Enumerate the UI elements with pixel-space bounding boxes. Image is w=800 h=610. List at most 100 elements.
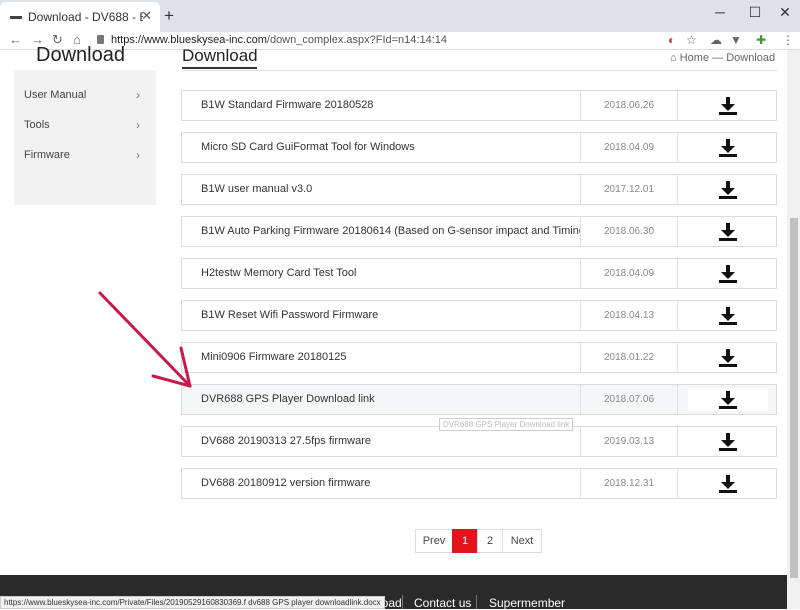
extension-icon[interactable]: ◐	[668, 33, 675, 48]
tab-close-icon[interactable]: ✕	[141, 8, 152, 24]
page-1-button[interactable]: 1	[452, 529, 478, 553]
bookmark-star-icon[interactable]: ☆	[686, 33, 697, 48]
download-name[interactable]: B1W Reset Wifi Password Firmware	[201, 301, 581, 330]
next-page-button[interactable]: Next	[502, 529, 542, 553]
sidebar-item-label: Firmware	[24, 149, 70, 161]
url-input[interactable]: https://www.blueskysea-inc.com/down_comp…	[111, 33, 447, 47]
breadcrumb: ⌂ Home — Download	[670, 52, 775, 64]
download-date: 2018.06.26	[580, 91, 678, 120]
download-row[interactable]: Mini0906 Firmware 20180125 2018.01.22	[181, 342, 777, 373]
pagination: Prev 1 2 Next	[415, 529, 542, 553]
tooltip: DVR688 GPS Player Download link	[439, 418, 574, 431]
chevron-right-icon: ›	[136, 88, 140, 102]
download-name[interactable]: B1W Auto Parking Firmware 20180614 (Base…	[201, 217, 581, 246]
minimize-icon[interactable]: ─	[705, 4, 735, 20]
download-button[interactable]	[688, 304, 768, 327]
download-button[interactable]	[688, 346, 768, 369]
browser-tab-bar: Download - DV688 - Blueskysea ✕ + ─ ☐ ✕	[0, 0, 800, 32]
download-date: 2017.12.01	[580, 175, 678, 204]
download-row[interactable]: B1W Standard Firmware 20180528 2018.06.26	[181, 90, 777, 121]
download-name[interactable]: DV688 20190313 27.5fps firmware	[201, 427, 581, 456]
download-icon	[719, 223, 737, 241]
download-icon	[719, 139, 737, 157]
download-date: 2018.04.09	[580, 259, 678, 288]
download-icon	[719, 265, 737, 283]
window-close-icon[interactable]: ✕	[770, 4, 800, 21]
download-name[interactable]: Mini0906 Firmware 20180125	[201, 343, 581, 372]
download-name[interactable]: DV688 20180912 version firmware	[201, 469, 581, 498]
download-button[interactable]	[688, 430, 768, 453]
home-small-icon: ⌂	[670, 52, 677, 64]
maximize-icon[interactable]: ☐	[740, 4, 770, 21]
download-name[interactable]: B1W user manual v3.0	[201, 175, 581, 204]
download-icon	[719, 349, 737, 367]
download-icon	[719, 97, 737, 115]
download-row[interactable]: DVR688 GPS Player Download link 2018.07.0…	[181, 384, 777, 415]
download-date: 2018.12.31	[580, 469, 678, 498]
title-divider	[182, 70, 777, 71]
chevron-right-icon: ›	[136, 118, 140, 132]
download-icon	[719, 391, 737, 409]
download-row[interactable]: DV688 20180912 version firmware 2018.12.3…	[181, 468, 777, 499]
footer-link-supermember[interactable]: Supermember	[489, 596, 565, 610]
download-date: 2019.03.13	[580, 427, 678, 456]
download-row[interactable]: B1W user manual v3.0 2017.12.01	[181, 174, 777, 205]
new-tab-icon[interactable]: +	[164, 6, 174, 26]
lock-icon	[97, 35, 104, 44]
browser-tab[interactable]: Download - DV688 - Blueskysea ✕	[0, 2, 160, 32]
url-host: https://www.blueskysea-inc.com	[111, 34, 267, 46]
download-date: 2018.01.22	[580, 343, 678, 372]
menu-icon[interactable]: ⋮	[782, 33, 794, 48]
download-date: 2018.04.13	[580, 301, 678, 330]
download-button[interactable]	[688, 178, 768, 201]
cloud-icon[interactable]: ☁	[710, 33, 722, 48]
chevron-right-icon: ›	[136, 148, 140, 162]
sidebar: User Manual › Tools › Firmware ›	[14, 70, 156, 205]
download-row[interactable]: Micro SD Card GuiFormat Tool for Windows…	[181, 132, 777, 163]
breadcrumb-current[interactable]: Download	[726, 52, 775, 64]
sidebar-item-label: Tools	[24, 119, 50, 131]
download-name[interactable]: B1W Standard Firmware 20180528	[201, 91, 581, 120]
sidebar-item-user-manual[interactable]: User Manual ›	[14, 80, 156, 110]
footer-divider	[402, 595, 403, 609]
annotation-arrow-icon	[98, 291, 192, 388]
shield-icon[interactable]: ▼	[730, 33, 742, 48]
url-path: /down_complex.aspx?FId=n14:14:14	[266, 34, 447, 46]
download-button[interactable]	[688, 262, 768, 285]
puzzle-extension-icon[interactable]: ✚	[756, 33, 766, 48]
scrollbar-thumb[interactable]	[790, 218, 798, 578]
site-favicon-icon	[10, 15, 22, 19]
download-icon	[719, 433, 737, 451]
download-button[interactable]	[688, 94, 768, 117]
breadcrumb-home[interactable]: Home	[680, 52, 709, 64]
download-date: 2018.07.06	[580, 385, 678, 414]
download-row[interactable]: B1W Reset Wifi Password Firmware 2018.04.…	[181, 300, 777, 331]
download-name[interactable]: Micro SD Card GuiFormat Tool for Windows	[201, 133, 581, 162]
sidebar-item-label: User Manual	[24, 89, 87, 101]
download-date: 2018.04.09	[580, 133, 678, 162]
download-icon	[719, 475, 737, 493]
download-button[interactable]	[688, 136, 768, 159]
page-2-button[interactable]: 2	[477, 529, 503, 553]
download-name[interactable]: DVR688 GPS Player Download link	[201, 385, 581, 414]
download-icon	[719, 307, 737, 325]
status-bar-url: https://www.blueskysea-inc.com/Private/F…	[0, 596, 385, 609]
sidebar-heading: Download	[36, 44, 125, 66]
download-button[interactable]	[688, 388, 768, 411]
prev-page-button[interactable]: Prev	[415, 529, 453, 553]
download-date: 2018.06.30	[580, 217, 678, 246]
download-button[interactable]	[688, 472, 768, 495]
back-icon[interactable]: ←	[9, 32, 22, 48]
download-name[interactable]: H2testw Memory Card Test Tool	[201, 259, 581, 288]
footer-divider	[476, 595, 477, 609]
sidebar-item-tools[interactable]: Tools ›	[14, 110, 156, 140]
sidebar-item-firmware[interactable]: Firmware ›	[14, 140, 156, 170]
footer-link-contact[interactable]: Contact us	[414, 596, 471, 610]
tab-title: Download - DV688 - Blueskysea	[28, 10, 143, 24]
download-row[interactable]: H2testw Memory Card Test Tool 2018.04.09	[181, 258, 777, 289]
download-row[interactable]: B1W Auto Parking Firmware 20180614 (Base…	[181, 216, 777, 247]
download-button[interactable]	[688, 220, 768, 243]
title-underline	[182, 67, 257, 69]
breadcrumb-separator: —	[712, 52, 724, 64]
page-title: Download	[182, 46, 258, 65]
